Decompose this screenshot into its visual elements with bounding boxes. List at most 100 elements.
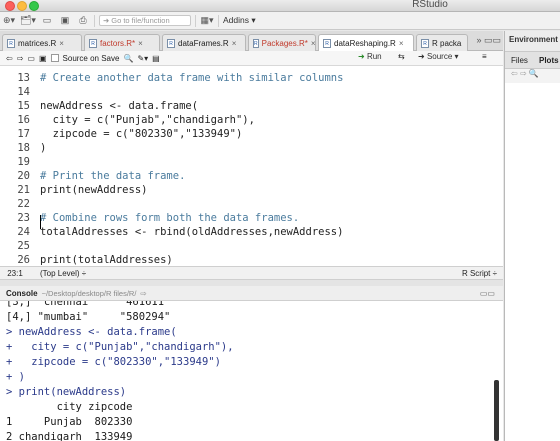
- compile-report-icon[interactable]: ▤: [152, 54, 160, 63]
- wand-icon[interactable]: ✎▾: [137, 54, 148, 63]
- forward-arrow-icon[interactable]: ⇨: [520, 69, 527, 78]
- tab-factors[interactable]: Rfactors.R* ×: [84, 34, 160, 51]
- close-tab-icon[interactable]: ×: [232, 39, 237, 48]
- code-line: 26 print(totalAddresses): [0, 253, 503, 266]
- code-text: # Combine rows form both the data frames…: [40, 212, 300, 224]
- code-line: 24 totalAddresses <- rbind(oldAddresses,n…: [0, 225, 503, 239]
- r-file-icon: R: [323, 39, 331, 48]
- pane-minmax-icon[interactable]: ▭▭: [480, 289, 495, 298]
- go-to-dir-icon[interactable]: ⇨: [140, 289, 146, 298]
- back-arrow-icon[interactable]: ⇦: [511, 69, 518, 78]
- console-header: Console ~/Desktop/desktop/R files/R/ ⇨ ▭…: [0, 286, 503, 301]
- file-type-dropdown[interactable]: R Script ÷: [462, 269, 497, 278]
- console-output-line: 1 Punjab 802330: [6, 416, 133, 428]
- run-arrow-icon: ➜: [358, 52, 365, 61]
- source-on-save-checkbox[interactable]: [50, 54, 59, 62]
- grid-layout-icon[interactable]: ▦▾: [200, 14, 214, 28]
- tab-r-packages[interactable]: RR packa: [416, 34, 468, 51]
- tab-label: matrices.R: [18, 38, 57, 48]
- code-text: city = c("Punjab","chandigarh"),: [40, 114, 255, 126]
- code-text: totalAddresses <- rbind(oldAddresses,new…: [40, 226, 344, 238]
- code-line: 19: [0, 155, 503, 169]
- back-arrow-icon[interactable]: ⇦: [6, 54, 13, 63]
- code-line: 25: [0, 239, 503, 253]
- code-line: 23 # Combine rows form both the data fram…: [0, 211, 503, 225]
- code-text: ): [40, 142, 47, 154]
- close-tab-icon[interactable]: ×: [59, 39, 64, 48]
- outline-icon[interactable]: ≡: [482, 52, 487, 61]
- line-number: 20: [17, 170, 30, 182]
- save-all-icon[interactable]: ▣: [58, 14, 72, 28]
- tab-files[interactable]: Files: [511, 56, 528, 65]
- line-number: 13: [17, 72, 30, 84]
- right-pane: Environment Files Plots ⇦ ⇨ 🔍: [504, 31, 560, 441]
- code-line: 15 newAddress <- data.frame(: [0, 99, 503, 113]
- open-project-icon[interactable]: 🗂▾: [20, 14, 36, 28]
- code-text: newAddress <- data.frame(: [40, 100, 199, 112]
- code-text: print(newAddress): [40, 184, 148, 196]
- console-output-line: 2 chandigarh 133949: [6, 431, 133, 441]
- print-icon[interactable]: ⎙: [76, 14, 90, 28]
- console-input-line: > newAddress <- data.frame(: [6, 326, 177, 338]
- tab-packages[interactable]: R Packages.R* ×: [248, 34, 316, 51]
- close-tab-icon[interactable]: ×: [399, 39, 404, 48]
- line-number: 26: [17, 254, 30, 266]
- line-number: 21: [17, 184, 30, 196]
- run-button[interactable]: ➜ Run: [358, 52, 382, 61]
- console-scrollbar[interactable]: [494, 380, 499, 441]
- code-text: # Create another data frame with similar…: [40, 72, 344, 84]
- code-editor[interactable]: 13 # Create another data frame with simil…: [0, 66, 503, 266]
- console-title: Console: [6, 288, 38, 298]
- scope-dropdown[interactable]: (Top Level) ÷: [40, 269, 86, 278]
- line-number: 18: [17, 142, 30, 154]
- console-output-line: [4,] "mumbai" "580294": [6, 311, 171, 323]
- zoom-icon[interactable]: 🔍: [529, 69, 539, 78]
- code-line: 16 city = c("Punjab","chandigarh"),: [0, 113, 503, 127]
- tab-label: factors.R*: [100, 38, 136, 48]
- cursor-position: 23:1: [7, 268, 23, 278]
- line-number: 25: [17, 240, 30, 252]
- r-file-icon: R: [89, 38, 97, 48]
- tab-dataframes[interactable]: RdataFrames.R ×: [162, 34, 246, 51]
- save-file-icon[interactable]: ▣: [39, 54, 47, 63]
- code-line: 18): [0, 141, 503, 155]
- tab-label: dataReshaping.R: [334, 39, 396, 48]
- console-output[interactable]: [3,] "chennai" "461611" [4,] "mumbai" "58…: [0, 301, 503, 441]
- close-tab-icon[interactable]: ×: [138, 39, 143, 48]
- console-input-line: + ): [6, 371, 25, 383]
- toolbar-divider: [194, 14, 196, 27]
- rerun-icon[interactable]: ⇆: [398, 52, 405, 61]
- addins-label: Addins: [222, 15, 249, 25]
- editor-status-bar: 23:1 (Top Level) ÷ R Script ÷: [0, 266, 503, 280]
- plots-area: [505, 83, 560, 441]
- line-number: 22: [17, 198, 30, 210]
- addins-menu[interactable]: Addins ▾: [223, 15, 256, 26]
- tab-matrices[interactable]: Rmatrices.R ×: [2, 34, 82, 51]
- line-number: 24: [17, 226, 30, 238]
- tab-label: dataFrames.R: [178, 38, 229, 48]
- show-in-window-icon[interactable]: ▭: [27, 54, 35, 63]
- tab-datareshaping[interactable]: RdataReshaping.R ×: [318, 34, 414, 52]
- source-button[interactable]: ➜ Source ▾: [418, 52, 459, 61]
- new-file-icon[interactable]: ⊕▾: [2, 14, 16, 28]
- console-working-dir: ~/Desktop/desktop/R files/R/: [41, 288, 137, 298]
- console-input-line: + zipcode = c("802330","133949"): [6, 356, 221, 368]
- console-input-line: > print(newAddress): [6, 386, 127, 398]
- save-icon[interactable]: ▭: [40, 14, 54, 28]
- console-input-line: + city = c("Punjab","chandigarh"),: [6, 341, 234, 353]
- toolbar-divider: [93, 14, 95, 27]
- tab-environment[interactable]: Environment: [509, 35, 558, 44]
- files-plots-tabs: Files Plots: [505, 51, 560, 69]
- source-on-save-label: Source on Save: [62, 53, 120, 63]
- more-tabs-icon[interactable]: » ▭▭: [476, 35, 501, 46]
- goto-file-input[interactable]: ➜ Go to file/function: [98, 15, 191, 26]
- close-tab-icon[interactable]: ×: [311, 39, 316, 48]
- search-icon[interactable]: 🔍: [123, 54, 133, 63]
- code-line: 22: [0, 197, 503, 211]
- forward-arrow-icon[interactable]: ⇨: [17, 54, 24, 63]
- tab-plots[interactable]: Plots: [539, 56, 559, 65]
- goto-placeholder: Go to file/function: [111, 16, 170, 25]
- line-number: 19: [17, 156, 30, 168]
- line-number: 15: [17, 100, 30, 112]
- editor-toolbar: ⇦ ⇨ ▭ ▣ Source on Save 🔍 ✎▾ ▤ ➜ Run ⇆ ➜ …: [0, 51, 503, 66]
